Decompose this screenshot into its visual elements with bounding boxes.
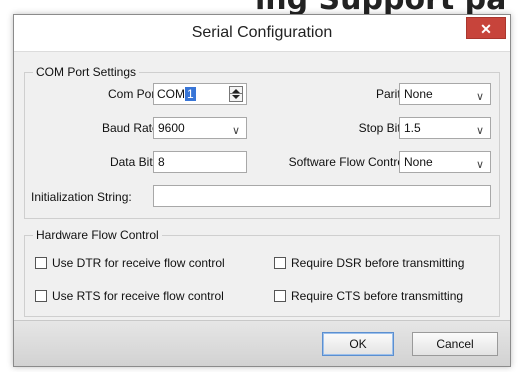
checkbox-box[interactable] [274,257,286,269]
software-flow-control-select[interactable]: None ∨ [399,151,491,173]
dialog-title: Serial Configuration [191,24,333,41]
rts-checkbox[interactable]: Use RTS for receive flow control [35,289,224,303]
close-button[interactable]: ✕ [466,17,506,39]
checkbox-box[interactable] [35,257,47,269]
com-port-settings-group: COM Port Settings Com Port: COM 1 Baud R… [24,65,500,219]
dsr-checkbox[interactable]: Require DSR before transmitting [274,256,464,270]
software-flow-control-label: Software Flow Control: [288,155,410,169]
chevron-down-icon: ∨ [475,91,484,103]
ok-button[interactable]: OK [322,332,394,356]
baud-rate-select[interactable]: 9600 ∨ [153,117,247,139]
dtr-checkbox-label: Use DTR for receive flow control [52,256,225,270]
chevron-down-icon: ∨ [475,125,484,137]
dtr-checkbox[interactable]: Use DTR for receive flow control [35,256,225,270]
com-port-spinner[interactable]: COM 1 [153,83,247,105]
serial-configuration-dialog: Serial Configuration ✕ COM Port Settings… [13,14,511,367]
rts-checkbox-label: Use RTS for receive flow control [52,289,224,303]
stop-bits-select[interactable]: 1.5 ∨ [399,117,491,139]
initialization-string-label: Initialization String: [31,190,132,204]
cts-checkbox-label: Require CTS before transmitting [291,289,464,303]
data-bits-input[interactable]: 8 [153,151,247,173]
chevron-down-icon: ∨ [231,125,240,137]
com-port-settings-label: COM Port Settings [33,65,140,79]
title-bar: Serial Configuration ✕ [14,15,510,52]
parity-select[interactable]: None ∨ [399,83,491,105]
initialization-string-input[interactable] [153,185,491,207]
spinner-arrows-icon[interactable] [229,86,243,102]
com-port-value: 1 [185,87,196,101]
cancel-button[interactable]: Cancel [412,332,498,356]
close-icon: ✕ [480,21,492,37]
com-port-prefix: COM [157,87,185,101]
dsr-checkbox-label: Require DSR before transmitting [291,256,465,270]
chevron-down-icon: ∨ [475,159,484,171]
cts-checkbox[interactable]: Require CTS before transmitting [274,289,463,303]
checkbox-box[interactable] [274,290,286,302]
hardware-flow-control-label: Hardware Flow Control [33,228,162,242]
button-bar: OK Cancel [14,320,510,366]
hardware-flow-control-group: Hardware Flow Control Use DTR for receiv… [24,228,500,317]
checkbox-box[interactable] [35,290,47,302]
